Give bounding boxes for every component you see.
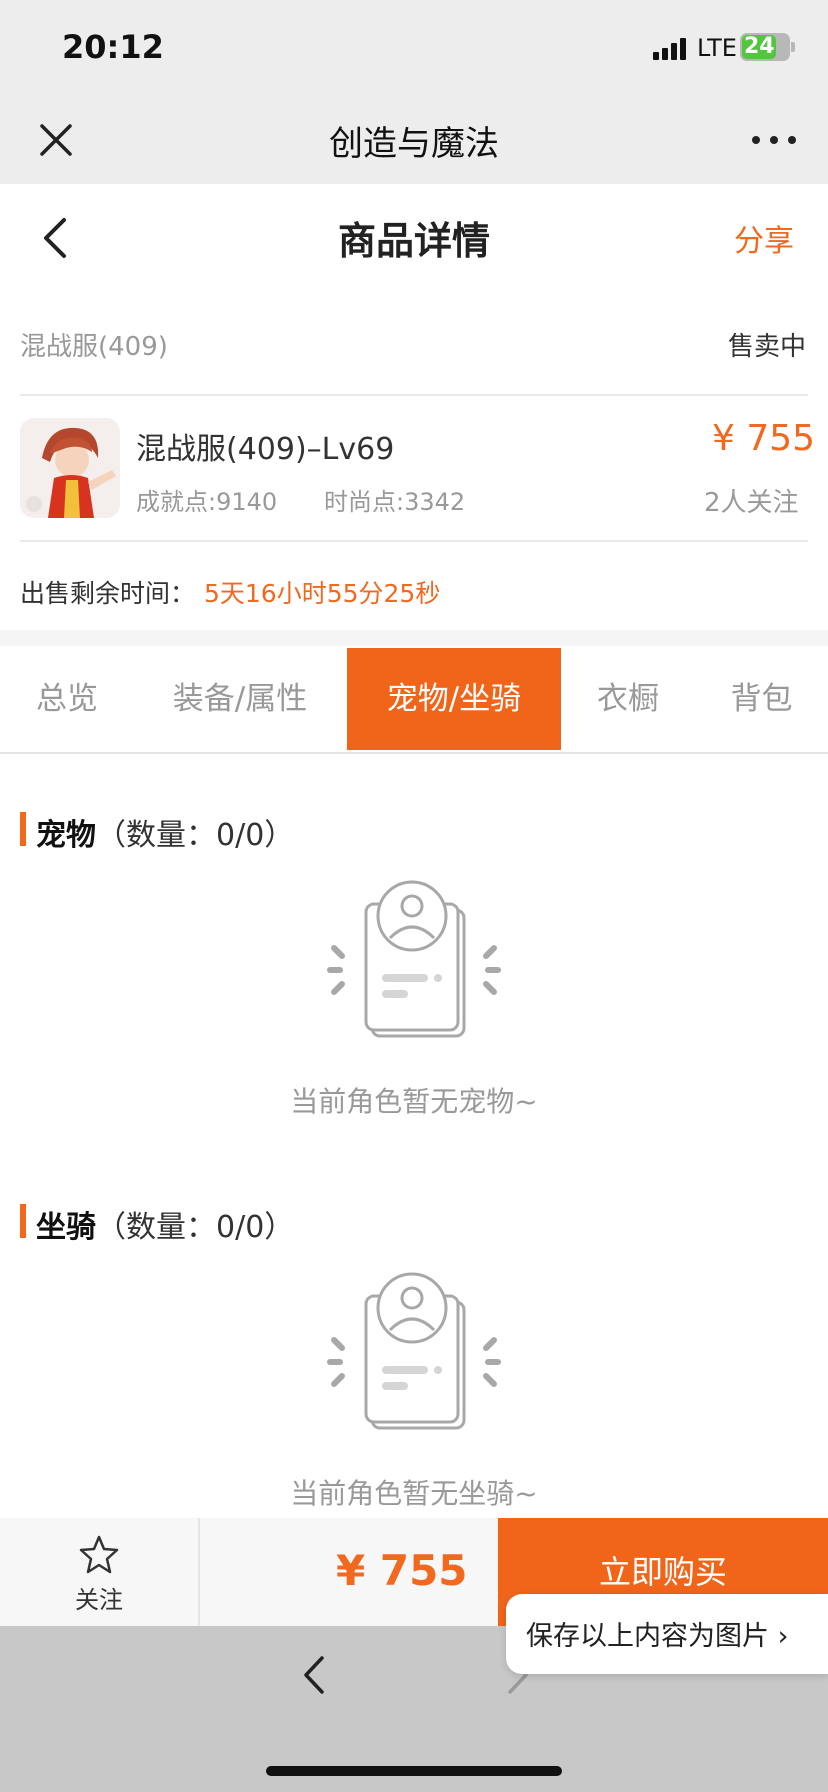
share-button[interactable]: 分享: [734, 216, 794, 260]
server-name: 混战服(409): [20, 332, 168, 362]
status-badge: 售卖中: [728, 332, 807, 362]
remaining-time-value: 5天16小时55分25秒: [204, 579, 441, 608]
status-time: 20:12: [62, 28, 164, 66]
home-indicator: [266, 1766, 562, 1776]
tab-pets-mounts[interactable]: 宠物/坐骑: [347, 648, 561, 750]
empty-profile-icon: [324, 1272, 504, 1432]
save-as-image-label: 保存以上内容为图片 ›: [526, 1621, 789, 1652]
pets-section-heading: 宠物（数量：0/0）: [36, 810, 294, 854]
mounts-empty-text: 当前角色暂无坐骑~: [290, 1477, 538, 1510]
more-icon[interactable]: [748, 122, 800, 158]
battery-level: 24: [744, 34, 775, 59]
tab-equipment[interactable]: 装备/属性: [134, 648, 346, 750]
section-marker: [20, 1204, 26, 1238]
page-title: 商品详情: [337, 219, 490, 263]
bottom-price: ¥ 755: [336, 1546, 468, 1595]
pets-section-title: 宠物: [36, 818, 96, 853]
follower-count: 2人关注: [704, 488, 799, 518]
tab-overview[interactable]: 总览: [0, 648, 134, 750]
character-avatar: [20, 418, 120, 518]
tab-backpack[interactable]: 背包: [695, 648, 828, 750]
network-type: LTE: [697, 34, 737, 62]
listing-price: ¥ 755: [712, 418, 816, 459]
pets-count: （数量：0/0）: [96, 818, 295, 853]
section-gap: [0, 630, 828, 646]
save-as-image-button[interactable]: 保存以上内容为图片 ›: [506, 1594, 828, 1674]
divider: [20, 540, 808, 542]
star-icon: [79, 1535, 119, 1574]
section-marker: [20, 812, 26, 846]
fashion-points: 时尚点:3342: [324, 488, 466, 516]
mini-program-title: 创造与魔法: [329, 124, 499, 164]
remaining-time-label: 出售剩余时间：: [20, 579, 196, 608]
tab-wardrobe[interactable]: 衣橱: [561, 648, 695, 750]
pets-empty-text: 当前角色暂无宠物~: [290, 1085, 538, 1118]
mounts-section-title: 坐骑: [36, 1210, 96, 1245]
divider: [198, 1518, 200, 1626]
signal-icon: [653, 36, 689, 60]
achievement-points: 成就点:9140: [136, 488, 278, 516]
divider: [20, 394, 808, 396]
follow-label: 关注: [75, 1586, 123, 1614]
battery-icon: 24: [740, 33, 795, 61]
mounts-count: （数量：0/0）: [96, 1210, 295, 1245]
tab-divider: [0, 752, 828, 754]
mounts-section-heading: 坐骑（数量：0/0）: [36, 1202, 294, 1246]
follow-button[interactable]: 关注: [0, 1518, 198, 1626]
empty-profile-icon: [324, 880, 504, 1040]
listing-title: 混战服(409)–Lv69: [136, 432, 395, 467]
browser-back-icon[interactable]: [300, 1654, 330, 1700]
